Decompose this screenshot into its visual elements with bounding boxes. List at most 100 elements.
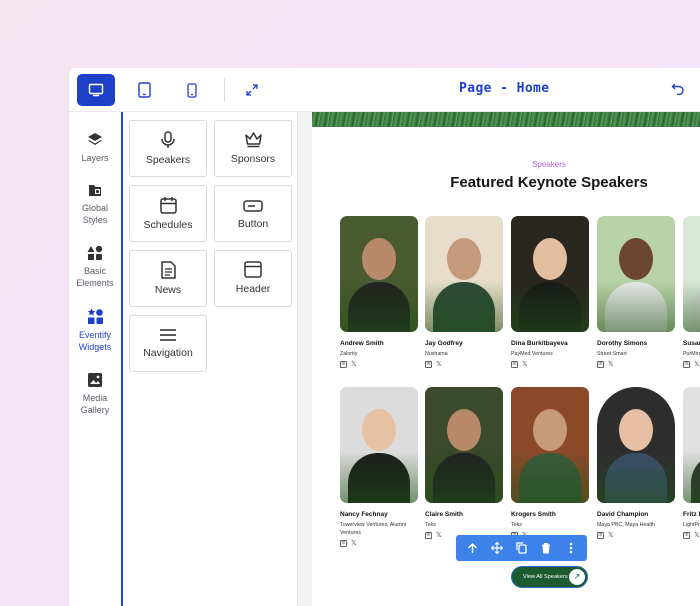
linkedin-icon[interactable]: in bbox=[425, 532, 432, 539]
x-twitter-icon[interactable]: 𝕏 bbox=[436, 361, 442, 368]
speaker-company: PurMin bbox=[683, 351, 700, 357]
linkedin-icon[interactable]: in bbox=[340, 361, 347, 368]
button-icon bbox=[243, 200, 263, 212]
fullscreen-button[interactable] bbox=[233, 74, 271, 106]
speaker-card[interactable]: Andrew Smith Zalority in 𝕏 bbox=[340, 216, 418, 368]
widgets-icon bbox=[87, 308, 103, 324]
speaker-card[interactable]: Dorothy Simons Street Smart in 𝕏 bbox=[597, 216, 675, 368]
speaker-photo bbox=[340, 387, 418, 503]
widget-sponsors[interactable]: Sponsors bbox=[214, 120, 292, 177]
speaker-card[interactable]: Claire Smith Teks in 𝕏 bbox=[425, 387, 503, 539]
speaker-card[interactable]: David Champion Maya PBC, Maya Health in 𝕏 bbox=[597, 387, 675, 539]
speaker-photo bbox=[597, 387, 675, 503]
speaker-socials: in 𝕏 bbox=[683, 361, 700, 368]
speaker-socials: in 𝕏 bbox=[597, 361, 675, 368]
widget-schedules[interactable]: Schedules bbox=[129, 185, 207, 242]
editor-toolbar: Page - Home bbox=[69, 68, 700, 112]
linkedin-icon[interactable]: in bbox=[425, 361, 432, 368]
widget-label: News bbox=[154, 284, 182, 296]
widget-header[interactable]: Header bbox=[214, 250, 292, 307]
tablet-icon bbox=[137, 82, 151, 98]
speaker-photo bbox=[340, 216, 418, 332]
more-options-button[interactable] bbox=[562, 539, 580, 557]
rail-item-layers[interactable]: Layers bbox=[69, 132, 121, 164]
shapes-icon bbox=[87, 245, 103, 260]
view-all-speakers-button[interactable]: View All Speakers ↗ bbox=[511, 566, 588, 588]
trash-icon bbox=[542, 542, 551, 554]
widget-speakers[interactable]: Speakers bbox=[129, 120, 207, 177]
speaker-name: Dorothy Simons bbox=[597, 340, 648, 347]
linkedin-icon[interactable]: in bbox=[683, 532, 690, 539]
widget-button[interactable]: Button bbox=[214, 185, 292, 242]
speaker-card[interactable]: Jay Godfrey Nushama in 𝕏 bbox=[425, 216, 503, 368]
speaker-card[interactable]: Fritz I LightPr in 𝕏 bbox=[683, 387, 700, 539]
speaker-name: Susan bbox=[683, 340, 700, 347]
speaker-name: David Champion bbox=[597, 511, 649, 518]
x-twitter-icon[interactable]: 𝕏 bbox=[351, 361, 357, 368]
duplicate-button[interactable] bbox=[512, 539, 530, 557]
tablet-view-button[interactable] bbox=[125, 74, 163, 106]
image-icon bbox=[88, 373, 102, 387]
linkedin-icon[interactable]: in bbox=[597, 532, 604, 539]
desktop-icon bbox=[88, 83, 104, 97]
move-up-button[interactable] bbox=[463, 539, 481, 557]
x-twitter-icon[interactable]: 𝕏 bbox=[351, 540, 357, 547]
linkedin-icon[interactable]: in bbox=[683, 361, 690, 368]
mobile-view-button[interactable] bbox=[173, 74, 211, 106]
speaker-photo bbox=[683, 216, 700, 332]
speaker-name: Krogers Smith bbox=[511, 511, 556, 518]
speaker-card[interactable]: Dina Burkitbayeva PayMed Ventures in 𝕏 bbox=[511, 216, 589, 368]
arrow-up-icon bbox=[467, 542, 477, 553]
linkedin-icon[interactable]: in bbox=[340, 540, 347, 547]
x-twitter-icon[interactable]: 𝕏 bbox=[608, 361, 614, 368]
speaker-socials: in 𝕏 bbox=[511, 361, 589, 368]
speaker-company: Maya PBC, Maya Health bbox=[597, 522, 655, 528]
calendar-icon bbox=[159, 197, 177, 214]
speaker-card[interactable]: Susan PurMin in 𝕏 bbox=[683, 216, 700, 368]
speaker-company: Towerview Ventures, Alumni Ventures bbox=[340, 522, 406, 536]
widget-label: Navigation bbox=[143, 347, 193, 359]
speaker-name: Dina Burkitbayeva bbox=[511, 340, 568, 347]
widget-navigation[interactable]: Navigation bbox=[129, 315, 207, 372]
arrow-up-right-icon: ↗ bbox=[569, 569, 585, 585]
desktop-view-button[interactable] bbox=[77, 74, 115, 106]
widget-label: Speakers bbox=[145, 154, 191, 166]
linkedin-icon[interactable]: in bbox=[597, 361, 604, 368]
x-twitter-icon[interactable]: 𝕏 bbox=[694, 361, 700, 368]
x-twitter-icon[interactable]: 𝕏 bbox=[694, 532, 700, 539]
delete-button[interactable] bbox=[537, 539, 555, 557]
rail-item-basic-elements[interactable]: Basic Elements bbox=[69, 245, 121, 289]
x-twitter-icon[interactable]: 𝕏 bbox=[522, 361, 528, 368]
rail-label: Eventify Widgets bbox=[78, 330, 112, 352]
widget-label: Schedules bbox=[143, 219, 193, 231]
rail-label: Media Gallery bbox=[80, 393, 110, 415]
rail-item-eventify-widgets[interactable]: Eventify Widgets bbox=[69, 308, 121, 353]
rail-item-global-styles[interactable]: Global Styles bbox=[69, 182, 121, 226]
speaker-name: Fritz I bbox=[683, 511, 700, 518]
linkedin-icon[interactable]: in bbox=[511, 361, 518, 368]
move-icon bbox=[490, 542, 503, 554]
x-twitter-icon[interactable]: 𝕏 bbox=[608, 532, 614, 539]
left-rail: Layers Global Styles Basic Elements Even… bbox=[69, 112, 121, 606]
rail-item-media-gallery[interactable]: Media Gallery bbox=[69, 372, 121, 416]
undo-button[interactable] bbox=[671, 81, 685, 100]
window-icon bbox=[244, 261, 262, 278]
view-all-label: View All Speakers bbox=[523, 574, 568, 580]
widget-label: Button bbox=[237, 218, 269, 230]
undo-icon bbox=[671, 83, 684, 96]
speaker-name: Nancy Fechnay bbox=[340, 511, 388, 518]
drag-move-button[interactable] bbox=[488, 539, 506, 557]
x-twitter-icon[interactable]: 𝕏 bbox=[436, 532, 442, 539]
widget-news[interactable]: News bbox=[129, 250, 207, 307]
rail-label: Layers bbox=[81, 153, 109, 163]
speaker-socials: in 𝕏 bbox=[340, 540, 418, 547]
speaker-card[interactable]: Krogers SmithTeksin𝕏 bbox=[511, 387, 589, 539]
global-styles-icon bbox=[89, 185, 101, 196]
speaker-photo bbox=[683, 387, 700, 503]
more-vertical-icon bbox=[569, 542, 572, 554]
speaker-photo bbox=[597, 216, 675, 332]
copy-icon bbox=[516, 542, 527, 554]
speaker-name: Jay Godfrey bbox=[425, 340, 463, 347]
speaker-socials: in 𝕏 bbox=[683, 532, 700, 539]
speaker-card[interactable]: Nancy Fechnay Towerview Ventures, Alumni … bbox=[340, 387, 418, 547]
